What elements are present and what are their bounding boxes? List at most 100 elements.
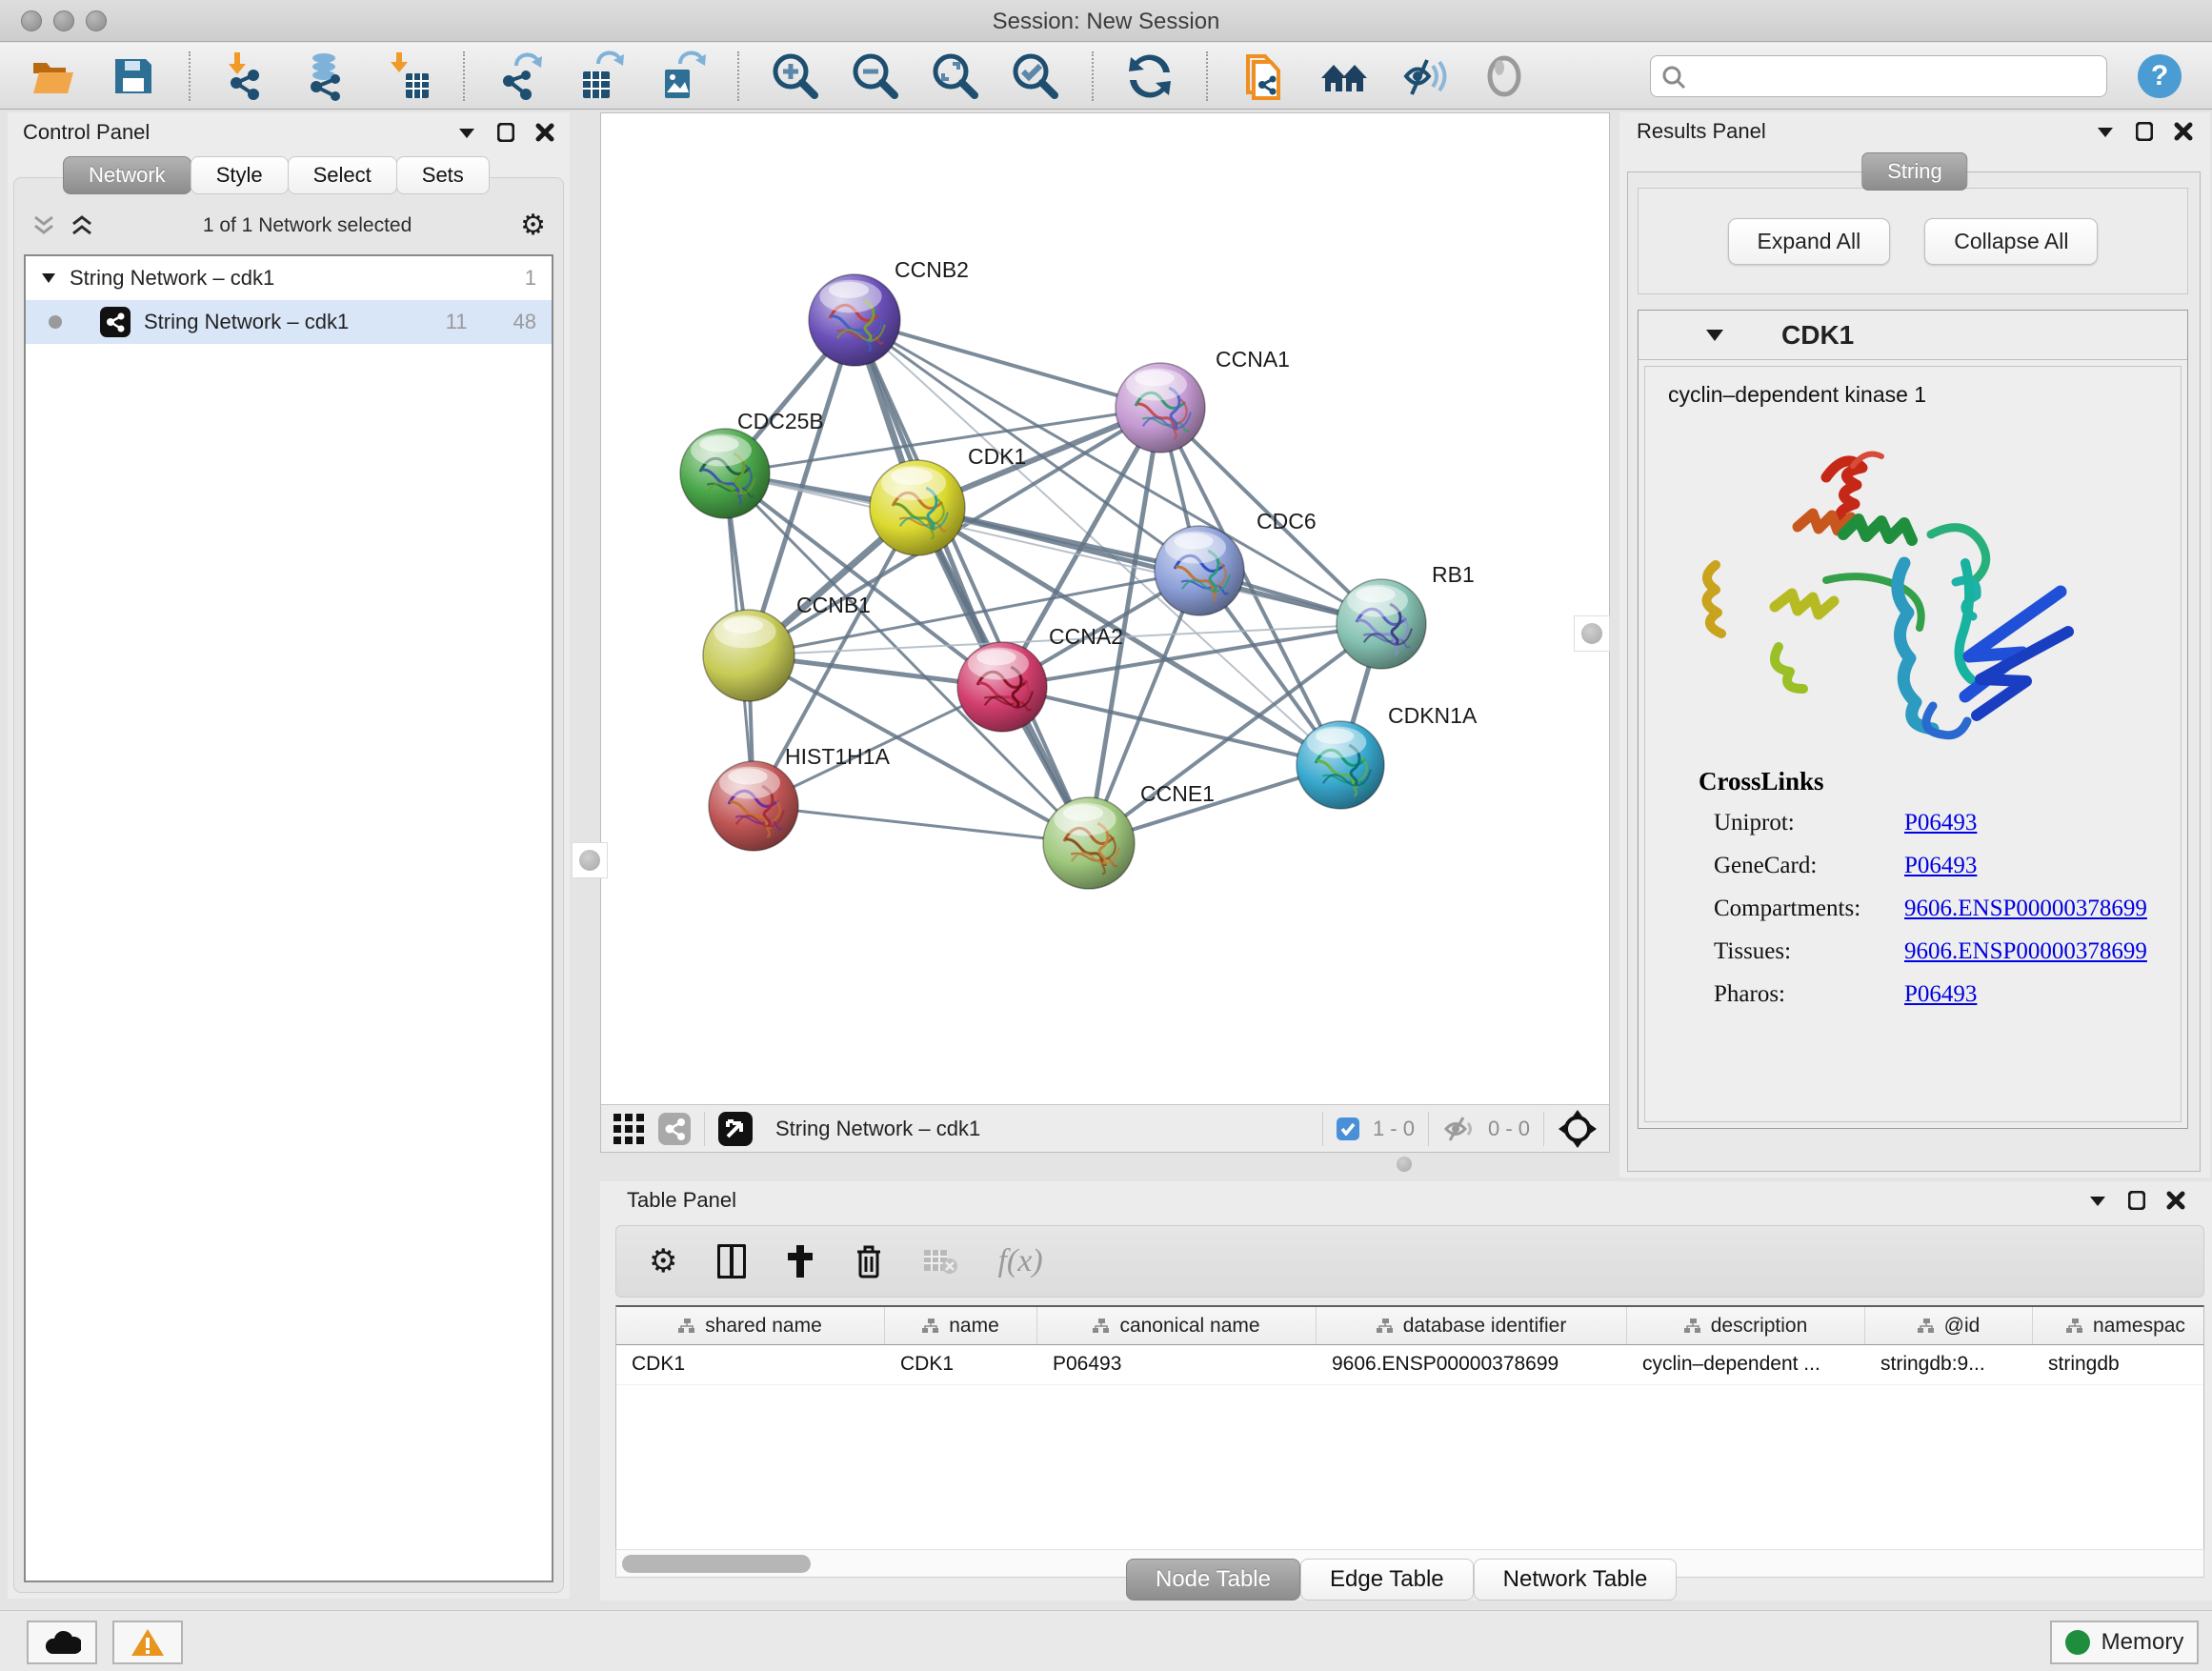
panel-float-icon[interactable] <box>2128 1191 2145 1210</box>
network-share-view-icon[interactable] <box>658 1113 691 1145</box>
zoom-selected-icon[interactable] <box>1008 49 1063 104</box>
crosslink-row: GeneCard:P06493 <box>1645 853 2181 879</box>
tab-select[interactable]: Select <box>288 156 397 194</box>
network-edge[interactable] <box>754 806 1089 843</box>
crosslink-link[interactable]: P06493 <box>1904 981 1977 1008</box>
network-node-ccnb1[interactable] <box>703 610 794 701</box>
table-cell: stringdb <box>2033 1345 2212 1384</box>
expand-all-button[interactable]: Expand All <box>1728 218 1891 265</box>
import-network-database-icon[interactable] <box>299 49 354 104</box>
network-node-cdc6[interactable] <box>1155 526 1244 615</box>
zoom-fit-icon[interactable] <box>928 49 983 104</box>
open-in-window-icon[interactable] <box>718 1112 753 1146</box>
column-header-database-identifier[interactable]: database identifier <box>1317 1307 1627 1344</box>
import-network-file-icon[interactable] <box>219 49 274 104</box>
panel-close-icon[interactable] <box>535 123 554 142</box>
tab-edge-table[interactable]: Edge Table <box>1300 1559 1474 1601</box>
bottom-splitter-handle[interactable] <box>1397 1157 1412 1172</box>
search-input[interactable] <box>1650 55 2107 97</box>
network-node-ccnb2[interactable] <box>809 274 900 366</box>
left-splitter-handle[interactable] <box>572 842 608 878</box>
column-header--id[interactable]: @id <box>1865 1307 2033 1344</box>
delete-column-trash-icon[interactable] <box>855 1244 883 1278</box>
network-node-cdkn1a[interactable] <box>1297 721 1384 809</box>
network-collection-row[interactable]: String Network – cdk1 1 <box>26 256 552 300</box>
network-edge[interactable] <box>1002 687 1340 765</box>
help-icon[interactable]: ? <box>2132 49 2187 104</box>
memory-button[interactable]: Memory <box>2050 1621 2199 1664</box>
crosslink-link[interactable]: P06493 <box>1904 853 1977 879</box>
zoom-in-icon[interactable] <box>768 49 823 104</box>
column-header-description[interactable]: description <box>1627 1307 1865 1344</box>
houses-icon[interactable] <box>1317 49 1372 104</box>
panel-close-icon[interactable] <box>2174 122 2193 141</box>
network-view-title: String Network – cdk1 <box>775 1117 980 1141</box>
search-icon <box>1661 65 1686 90</box>
tab-network[interactable]: Network <box>63 156 191 194</box>
crosslinks-section: CrossLinks Uniprot:P06493GeneCard:P06493… <box>1645 767 2181 1024</box>
collapse-all-icon[interactable] <box>31 214 56 237</box>
cloud-status-button[interactable] <box>27 1621 97 1664</box>
table-options-gear-icon[interactable]: ⚙ <box>649 1245 677 1278</box>
toolbar-separator <box>463 51 465 101</box>
right-splitter-handle[interactable] <box>1574 615 1610 652</box>
column-header-name[interactable]: name <box>885 1307 1037 1344</box>
import-table-icon[interactable] <box>379 49 434 104</box>
node-label: CDKN1A <box>1388 703 1478 728</box>
column-header-namespac[interactable]: namespac <box>2033 1307 2212 1344</box>
tab-node-table[interactable]: Node Table <box>1126 1559 1300 1601</box>
crosslink-link[interactable]: 9606.ENSP00000378699 <box>1904 896 2147 922</box>
column-header-shared-name[interactable]: shared name <box>616 1307 885 1344</box>
network-edge[interactable] <box>855 320 1160 408</box>
refresh-icon[interactable] <box>1122 49 1177 104</box>
network-node-cdk1[interactable] <box>870 460 965 555</box>
network-node-hist1h1a[interactable] <box>709 761 798 851</box>
panel-collapse-icon[interactable] <box>457 126 476 139</box>
panel-close-icon[interactable] <box>2166 1191 2185 1210</box>
string-document-icon[interactable] <box>1237 49 1292 104</box>
network-canvas[interactable]: CCNB2CCNA1CDC25BCDK1CDC6RB1CCNB1CCNA2CDK… <box>601 113 1609 1104</box>
eye-icon[interactable] <box>1477 49 1532 104</box>
table-cell: 9606.ENSP00000378699 <box>1317 1345 1627 1384</box>
open-session-icon[interactable] <box>25 49 80 104</box>
network-node-ccne1[interactable] <box>1043 797 1135 889</box>
tab-network-table[interactable]: Network Table <box>1474 1559 1678 1601</box>
grid-view-icon[interactable] <box>613 1113 645 1145</box>
network-row-selected[interactable]: String Network – cdk1 11 48 <box>26 300 552 344</box>
network-node-rb1[interactable] <box>1337 579 1426 669</box>
crosslink-label: Pharos: <box>1714 981 1904 1008</box>
export-network-icon[interactable] <box>493 49 549 104</box>
hide-labels-eye-icon[interactable] <box>1397 49 1452 104</box>
network-options-gear-icon[interactable]: ⚙ <box>520 211 546 240</box>
panel-float-icon[interactable] <box>2136 122 2153 141</box>
panel-collapse-icon[interactable] <box>2088 1194 2107 1207</box>
show-columns-icon[interactable] <box>717 1244 746 1278</box>
export-table-icon[interactable] <box>573 49 629 104</box>
export-image-icon[interactable] <box>654 49 709 104</box>
crosslink-link[interactable]: 9606.ENSP00000378699 <box>1904 938 2147 965</box>
column-header-canonical-name[interactable]: canonical name <box>1037 1307 1317 1344</box>
selected-checkbox-icon[interactable] <box>1337 1117 1359 1140</box>
crosslink-link[interactable]: P06493 <box>1904 810 1977 836</box>
warning-button[interactable] <box>112 1621 183 1664</box>
panel-collapse-icon[interactable] <box>2096 125 2115 138</box>
birds-eye-view-icon[interactable] <box>1558 1109 1598 1149</box>
tab-style[interactable]: Style <box>191 156 289 194</box>
network-node-ccna2[interactable] <box>957 642 1047 732</box>
network-node-ccna1[interactable] <box>1116 363 1205 453</box>
collapse-all-button[interactable]: Collapse All <box>1924 218 2098 265</box>
gene-name: CDK1 <box>1781 320 1854 351</box>
gene-description: cyclin–dependent kinase 1 <box>1645 367 2181 408</box>
entry-collapse-icon[interactable] <box>1705 328 1724 342</box>
table-row[interactable]: CDK1CDK1P064939606.ENSP00000378699cyclin… <box>616 1345 2203 1385</box>
title-bar: Session: New Session <box>0 0 2212 42</box>
add-column-icon[interactable] <box>786 1245 814 1278</box>
tab-string[interactable]: String <box>1861 152 1967 191</box>
panel-float-icon[interactable] <box>497 123 514 142</box>
network-node-cdc25b[interactable] <box>680 429 770 518</box>
tab-sets[interactable]: Sets <box>396 156 490 194</box>
zoom-out-icon[interactable] <box>848 49 903 104</box>
expand-all-icon[interactable] <box>70 214 94 237</box>
tree-expand-icon[interactable] <box>41 272 56 284</box>
save-session-icon[interactable] <box>105 49 160 104</box>
